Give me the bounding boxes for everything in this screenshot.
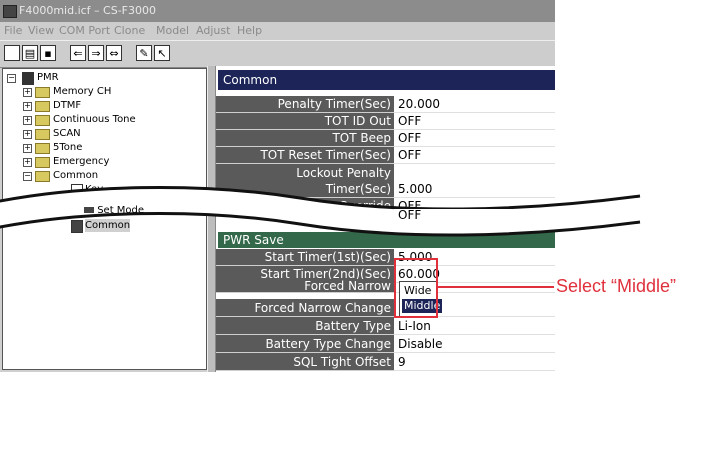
- menu-com-port[interactable]: COM Port: [59, 22, 110, 40]
- app-window: F4000mid.icf – CS-F3000 File View COM Po…: [0, 0, 555, 372]
- setting-row[interactable]: TOT ID Out OFF: [216, 113, 555, 130]
- tree-item-set-mode-partial: Set Mode: [84, 205, 144, 216]
- pane-splitter[interactable]: [207, 66, 216, 372]
- document-icon: [71, 184, 83, 197]
- expand-icon[interactable]: +: [23, 88, 32, 97]
- highlight-box: [394, 258, 438, 318]
- document-icon: [71, 198, 83, 211]
- open-folder-icon[interactable]: ▤: [22, 45, 38, 61]
- menu-clone[interactable]: Clone: [114, 22, 145, 40]
- collapse-icon[interactable]: −: [7, 74, 16, 83]
- callout-line: [438, 286, 554, 288]
- help-pointer-icon[interactable]: ↖: [154, 45, 170, 61]
- menu-help[interactable]: Help: [237, 22, 262, 40]
- section-header-common: Common: [218, 70, 555, 90]
- menu-file[interactable]: File: [4, 22, 22, 40]
- expand-icon[interactable]: +: [23, 158, 32, 167]
- read-radio-icon[interactable]: ⇐: [70, 45, 86, 61]
- title-bar: F4000mid.icf – CS-F3000: [0, 0, 555, 22]
- folder-icon: [35, 87, 50, 98]
- setting-row[interactable]: TOT Beep OFF: [216, 130, 555, 147]
- menu-bar: File View COM Port Clone Model Adjust He…: [0, 22, 555, 40]
- expand-icon[interactable]: +: [23, 144, 32, 153]
- tree-view: − PMR + Memory CH + DTMF + Continuous To…: [2, 68, 207, 370]
- folder-icon: [35, 101, 50, 112]
- app-icon: [3, 5, 17, 18]
- toolbar: ▤ ▪ ⇐ ⇒ ⇔ ✎ ↖: [0, 40, 555, 68]
- setting-row[interactable]: SQL Tight Offset 9: [216, 353, 555, 371]
- menu-model[interactable]: Model: [156, 22, 189, 40]
- section-header-pwr-save: PWR Save: [218, 232, 555, 248]
- setting-row[interactable]: TOT Reset Timer(Sec) OFF: [216, 147, 555, 164]
- collapse-icon[interactable]: −: [23, 172, 32, 181]
- save-icon[interactable]: ▪: [40, 45, 56, 61]
- folder-icon: [35, 115, 50, 126]
- setting-row[interactable]: Lockout Penalty Timer(Sec) 5.000: [216, 164, 555, 198]
- setting-row[interactable]: Penalty Timer(Sec) 20.000: [216, 96, 555, 113]
- window-title: F4000mid.icf – CS-F3000: [19, 4, 156, 17]
- expand-icon[interactable]: +: [23, 102, 32, 111]
- lockout-override-value-partial: OFF: [394, 209, 555, 222]
- write-radio-icon[interactable]: ⇒: [88, 45, 104, 61]
- folder-icon: [35, 143, 50, 154]
- menu-adjust[interactable]: Adjust: [196, 22, 230, 40]
- open-folder-icon: [35, 171, 50, 182]
- expand-icon[interactable]: +: [23, 116, 32, 125]
- new-file-icon[interactable]: [4, 45, 20, 61]
- compare-radio-icon[interactable]: ⇔: [106, 45, 122, 61]
- folder-icon: [35, 129, 50, 140]
- setting-row[interactable]: Battery Type Change Disable: [216, 335, 555, 353]
- edit-pen-icon[interactable]: ✎: [136, 45, 152, 61]
- callout-label: Select “Middle”: [556, 276, 677, 296]
- menu-view[interactable]: View: [28, 22, 54, 40]
- document-icon: [71, 220, 83, 233]
- folder-icon: [35, 157, 50, 168]
- setting-row[interactable]: Start Timer(1st)(Sec) 5.000: [216, 249, 555, 266]
- setting-row[interactable]: Forced Narrow Change: [216, 299, 555, 317]
- expand-icon[interactable]: +: [23, 130, 32, 139]
- setting-row[interactable]: Battery Type Li-Ion: [216, 317, 555, 335]
- radio-icon: [22, 72, 34, 85]
